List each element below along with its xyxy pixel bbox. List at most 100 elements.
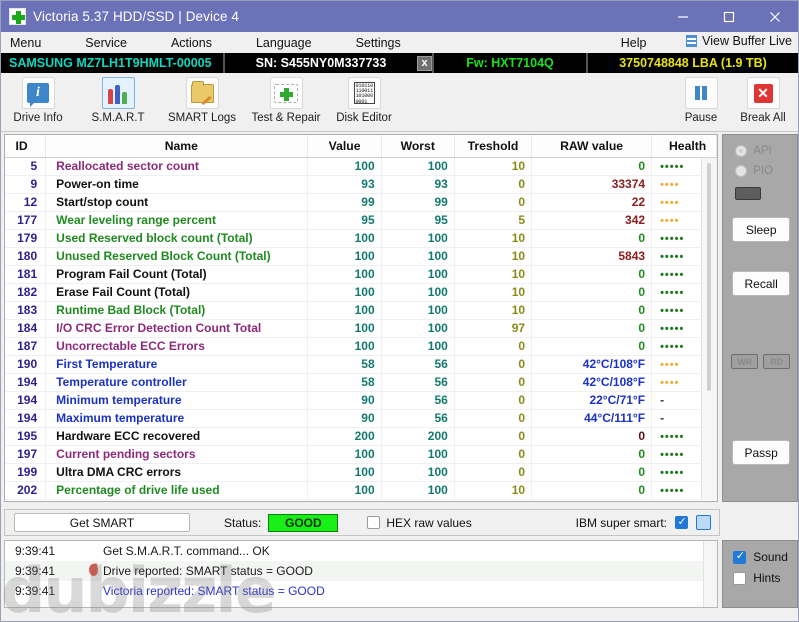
hex-raw-values-checkbox[interactable]: HEX raw values: [367, 516, 472, 530]
binary-page-icon: 010110 110011 101000 0001: [347, 77, 381, 109]
column-header-raw-value[interactable]: RAW value: [531, 135, 653, 158]
passport-button[interactable]: Passp: [732, 440, 791, 465]
menu-item-language[interactable]: Language: [256, 36, 312, 50]
cell-worst: 93: [381, 175, 455, 194]
column-header-value[interactable]: Value: [307, 135, 382, 158]
radio-icon: [735, 145, 748, 157]
close-icon[interactable]: [752, 1, 798, 32]
cell-treshold: 10: [454, 247, 533, 266]
view-buffer-live-button[interactable]: View Buffer Live: [686, 34, 792, 48]
log-scrollbar[interactable]: [703, 541, 718, 607]
radio-option-api[interactable]: API: [735, 145, 797, 157]
table-body: 5 Reallocated sector count 100 100 10 0 ••••• 9…: [5, 157, 718, 500]
ibm-super-smart-checkbox[interactable]: [675, 516, 688, 529]
table-row[interactable]: 194 Temperature controller 58 56 0 42°C/108°F…: [5, 373, 718, 392]
cell-value: 100: [307, 157, 382, 176]
table-row[interactable]: 199 Ultra DMA CRC errors 100 100 0 0 •••••: [5, 463, 718, 482]
table-row[interactable]: 181 Program Fail Count (Total) 100 100 10 0 ••…: [5, 265, 718, 284]
column-header-id[interactable]: ID: [5, 135, 47, 158]
table-row[interactable]: 194 Maximum temperature 90 56 0 44°C/111°F -: [5, 409, 718, 428]
rd-button[interactable]: RD: [763, 354, 791, 369]
green-cross-icon: [9, 8, 26, 25]
cell-name: Erase Fail Count (Total): [45, 283, 309, 302]
table-row[interactable]: 180 Unused Reserved Block Count (Total) 10…: [5, 247, 718, 266]
table-row[interactable]: 187 Uncorrectable ECC Errors 100 100 0 0 •••••: [5, 337, 718, 356]
small-dark-button[interactable]: [735, 187, 762, 200]
cell-id: 199: [5, 463, 47, 482]
table-row[interactable]: 194 Minimum temperature 90 56 0 22°C/71°F -: [5, 391, 718, 410]
toolbar-button-test-repair[interactable]: Test & Repair: [251, 77, 321, 124]
cell-treshold: 5: [454, 211, 533, 230]
column-header-name[interactable]: Name: [45, 135, 309, 158]
maximize-icon[interactable]: [706, 1, 752, 32]
ibm-color-swatch[interactable]: [696, 515, 711, 530]
recall-button[interactable]: Recall: [732, 271, 791, 296]
column-header-treshold[interactable]: Treshold: [454, 135, 533, 158]
menu-item-help[interactable]: Help: [621, 36, 647, 50]
scrollbar-thumb[interactable]: [707, 163, 712, 391]
cell-id: 194: [5, 391, 47, 410]
cell-name: Reallocated sector count: [45, 157, 309, 176]
table-row[interactable]: 184 I/O CRC Error Detection Count Total 10…: [5, 319, 718, 338]
minimize-icon[interactable]: [660, 1, 706, 32]
toolbar-label: Test & Repair: [251, 112, 321, 124]
cell-worst: 100: [381, 265, 455, 284]
toolbar-button-pause[interactable]: Pause: [670, 77, 732, 124]
buffer-lines-icon: [686, 35, 698, 47]
table-row[interactable]: 195 Hardware ECC recovered 200 200 0 0 •••••: [5, 427, 718, 446]
cell-value: 90: [307, 409, 382, 428]
table-row[interactable]: 12 Start/stop count 99 99 0 22 ••••: [5, 193, 718, 212]
table-row[interactable]: 179 Used Reserved block count (Total) 100 1…: [5, 229, 718, 248]
sound-checkbox[interactable]: Sound: [733, 550, 797, 564]
sleep-button[interactable]: Sleep: [732, 217, 791, 242]
device-capacity: 3750748848 LBA (1.9 TB): [619, 56, 767, 70]
cell-id: 194: [5, 373, 47, 392]
table-row[interactable]: 9 Power-on time 93 93 0 33374 ••••: [5, 175, 718, 194]
radio-option-pio[interactable]: PIO: [735, 165, 797, 177]
health-dots: •••••: [660, 287, 685, 299]
get-smart-button[interactable]: Get SMART: [14, 513, 190, 532]
cell-value: 100: [307, 265, 382, 284]
table-row[interactable]: 197 Current pending sectors 100 100 0 0 •••••: [5, 445, 718, 464]
cell-worst: 100: [381, 445, 455, 464]
cell-treshold: 10: [454, 283, 533, 302]
toolbar-button-disk-editor[interactable]: 010110 110011 101000 0001 Disk Editor: [329, 77, 399, 124]
table-row[interactable]: 5 Reallocated sector count 100 100 10 0 •••••: [5, 157, 718, 176]
cell-treshold: 10: [454, 481, 533, 500]
table-row[interactable]: 177 Wear leveling range percent 95 95 5 342 ••…: [5, 211, 718, 230]
log-panel[interactable]: 9:39:41 Get S.M.A.R.T. command... OK 9:39:…: [4, 540, 719, 608]
toolbar-button-smart-logs[interactable]: SMART Logs: [167, 77, 237, 124]
health-dots: ••••: [660, 179, 680, 191]
menu-item-settings[interactable]: Settings: [356, 36, 401, 50]
cell-name: Unused Reserved Block Count (Total): [45, 247, 309, 266]
column-header-worst[interactable]: Worst: [381, 135, 455, 158]
cell-raw-value: 0: [531, 229, 653, 248]
log-lines: 9:39:41 Get S.M.A.R.T. command... OK 9:39:…: [5, 541, 718, 601]
grid-vertical-scrollbar[interactable]: [701, 158, 717, 500]
device-close-button[interactable]: x: [417, 55, 432, 71]
table-row[interactable]: 183 Runtime Bad Block (Total) 100 100 10 0 •••…: [5, 301, 718, 320]
column-header-health[interactable]: Health: [651, 135, 718, 158]
cell-raw-value: 0: [531, 427, 653, 446]
toolbar-label: SMART Logs: [168, 112, 236, 124]
cell-worst: 56: [381, 373, 455, 392]
smart-attributes-grid[interactable]: ID Name Value Worst Treshold RAW value H…: [4, 134, 719, 502]
info-bubble-icon: i: [21, 77, 55, 109]
log-timestamp: 9:39:41: [15, 564, 56, 578]
table-row[interactable]: 190 First Temperature 58 56 0 42°C/108°F ••••: [5, 355, 718, 374]
wr-button[interactable]: WR: [731, 354, 759, 369]
menu-item-actions[interactable]: Actions: [171, 36, 212, 50]
hints-checkbox[interactable]: Hints: [733, 571, 797, 585]
cell-treshold: 0: [454, 427, 533, 446]
toolbar-button-smart[interactable]: S.M.A.R.T: [83, 77, 153, 124]
menu-item-service[interactable]: Service: [85, 36, 127, 50]
toolbar-button-break-all[interactable]: ✕ Break All: [732, 77, 794, 124]
menu-item-menu[interactable]: Menu: [10, 36, 41, 50]
toolbar-button-drive-info[interactable]: i Drive Info: [3, 77, 73, 124]
table-row[interactable]: 202 Percentage of drive life used 100 100 10…: [5, 481, 718, 500]
cell-raw-value: 42°C/108°F: [531, 355, 653, 374]
health-dots: ••••: [660, 377, 680, 389]
ibm-super-smart-label: IBM super smart:: [575, 515, 667, 530]
table-row[interactable]: 182 Erase Fail Count (Total) 100 100 10 0 ••••…: [5, 283, 718, 302]
hints-label: Hints: [753, 571, 781, 585]
